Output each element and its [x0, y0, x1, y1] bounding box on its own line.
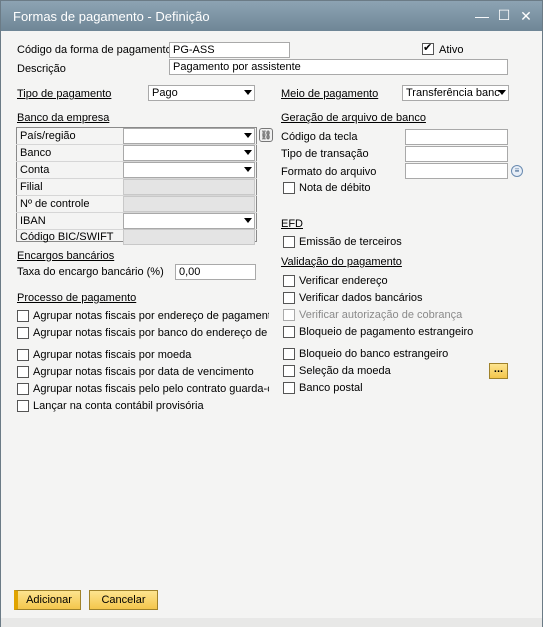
- payment-type-label: Tipo de pagamento: [17, 88, 112, 100]
- group-by-currency-label: Agrupar notas fiscais por moeda: [33, 349, 192, 361]
- minimize-icon[interactable]: —: [473, 7, 491, 25]
- bank-file-title: Geração de arquivo de banco: [281, 112, 426, 124]
- bic-swift-label: Código BIC/SWIFT: [20, 231, 114, 243]
- group-by-bank-address-label: Agrupar notas fiscais por banco do ender…: [33, 327, 269, 339]
- key-code-field[interactable]: [405, 129, 508, 145]
- add-button[interactable]: Adicionar: [14, 590, 81, 610]
- third-party-issuance-label: Emissão de terceiros: [299, 236, 402, 248]
- chevron-down-icon: [244, 218, 252, 223]
- company-bank-title: Banco da empresa: [17, 112, 110, 124]
- group-by-contract-checkbox[interactable]: [17, 383, 29, 395]
- active-checkbox[interactable]: [422, 41, 434, 55]
- maximize-icon[interactable]: ☐: [495, 6, 513, 24]
- branch-label: Filial: [20, 181, 43, 193]
- country-dropdown[interactable]: [123, 128, 255, 144]
- payment-methods-window: Formas de pagamento - Definição — ☐ ✕ Có…: [0, 0, 543, 627]
- bic-swift-field: [123, 229, 255, 245]
- iban-label: IBAN: [20, 215, 46, 227]
- provisional-account-option[interactable]: Lançar na conta contábil provisória: [17, 399, 269, 413]
- verify-collection-auth-label: Verificar autorização de cobrança: [299, 309, 463, 321]
- file-format-label: Formato do arquivo: [281, 166, 377, 178]
- group-by-bank-address-checkbox[interactable]: [17, 327, 29, 339]
- title-bar[interactable]: Formas de pagamento - Definição — ☐ ✕: [1, 1, 542, 31]
- group-by-payment-address-label: Agrupar notas fiscais por endereço de pa…: [33, 310, 269, 322]
- payment-process-title: Processo de pagamento: [17, 292, 137, 304]
- currency-selection-label: Seleção da moeda: [299, 365, 391, 377]
- bank-charges-title: Encargos bancários: [17, 250, 115, 262]
- description-field[interactable]: Pagamento por assistente: [169, 59, 508, 75]
- payment-means-value: Transferência banc: [406, 87, 500, 99]
- status-strip: [1, 618, 542, 627]
- code-field[interactable]: PG-ASS: [169, 42, 290, 58]
- cancel-button[interactable]: Cancelar: [89, 590, 158, 610]
- bank-charge-rate-field[interactable]: 0,00: [175, 264, 256, 280]
- control-number-label: Nº de controle: [20, 198, 90, 210]
- list-icon[interactable]: ≡: [511, 165, 523, 177]
- iban-dropdown[interactable]: [123, 213, 255, 229]
- group-by-payment-address-checkbox[interactable]: [17, 310, 29, 322]
- close-icon[interactable]: ✕: [517, 7, 535, 25]
- payment-type-dropdown[interactable]: Pago: [148, 85, 255, 101]
- chevron-down-icon: [244, 167, 252, 172]
- verify-bank-data-checkbox[interactable]: [283, 292, 295, 304]
- key-code-label: Código da tecla: [281, 131, 358, 143]
- postal-bank-label: Banco postal: [299, 382, 363, 394]
- third-party-issuance-checkbox[interactable]: [283, 236, 295, 248]
- group-by-currency-option[interactable]: Agrupar notas fiscais por moeda: [17, 348, 269, 362]
- chevron-down-icon: [244, 150, 252, 155]
- group-by-currency-checkbox[interactable]: [17, 349, 29, 361]
- foreign-bank-block-checkbox[interactable]: [283, 348, 295, 360]
- chevron-down-icon: [498, 90, 506, 95]
- payment-means-dropdown[interactable]: Transferência banc: [402, 85, 509, 101]
- bank-label: Banco: [20, 147, 52, 159]
- foreign-bank-block-label: Bloqueio do banco estrangeiro: [299, 348, 449, 360]
- group-by-due-date-label: Agrupar notas fiscais por data de vencim…: [33, 366, 254, 378]
- provisional-account-label: Lançar na conta contábil provisória: [33, 400, 204, 412]
- bank-charge-rate-label: Taxa do encargo bancário (%): [17, 266, 164, 278]
- file-format-field[interactable]: [405, 163, 508, 179]
- transaction-type-label: Tipo de transação: [281, 148, 369, 160]
- group-by-payment-address-option[interactable]: Agrupar notas fiscais por endereço de pa…: [17, 309, 269, 323]
- window-title: Formas de pagamento - Definição: [13, 9, 210, 24]
- control-number-field: [123, 196, 255, 212]
- active-label: Ativo: [439, 44, 464, 56]
- account-dropdown[interactable]: [123, 162, 255, 178]
- verify-address-label: Verificar endereço: [299, 275, 388, 287]
- bank-dropdown[interactable]: [123, 145, 255, 161]
- debit-note-label: Nota de débito: [299, 182, 371, 194]
- group-by-due-date-checkbox[interactable]: [17, 366, 29, 378]
- foreign-payment-block-label: Bloqueio de pagamento estrangeiro: [299, 326, 474, 338]
- country-label: País/região: [20, 130, 76, 142]
- group-by-contract-label: Agrupar notas fiscais pelo pelo contrato…: [33, 383, 269, 395]
- description-label: Descrição: [17, 63, 66, 75]
- payment-validation-title: Validação do pagamento: [281, 256, 402, 268]
- chevron-down-icon: [244, 133, 252, 138]
- transaction-type-field[interactable]: [405, 146, 508, 162]
- payment-means-label: Meio de pagamento: [281, 88, 379, 100]
- group-by-contract-option[interactable]: Agrupar notas fiscais pelo pelo contrato…: [17, 382, 269, 396]
- chevron-down-icon: [244, 90, 252, 95]
- link-icon[interactable]: ⛓: [259, 128, 273, 142]
- payment-type-value: Pago: [152, 87, 178, 99]
- efd-title: EFD: [281, 218, 303, 230]
- account-label: Conta: [20, 164, 50, 176]
- currency-selection-checkbox[interactable]: [283, 365, 295, 377]
- foreign-payment-block-checkbox[interactable]: [283, 326, 295, 338]
- code-label: Código da forma de pagamento: [17, 44, 172, 56]
- debit-note-checkbox[interactable]: [283, 182, 295, 194]
- verify-bank-data-label: Verificar dados bancários: [299, 292, 423, 304]
- branch-field: [123, 179, 255, 195]
- postal-bank-checkbox[interactable]: [283, 382, 295, 394]
- group-by-bank-address-option[interactable]: Agrupar notas fiscais por banco do ender…: [17, 326, 269, 340]
- group-by-due-date-option[interactable]: Agrupar notas fiscais por data de vencim…: [17, 365, 269, 379]
- verify-address-checkbox[interactable]: [283, 275, 295, 287]
- provisional-account-checkbox[interactable]: [17, 400, 29, 412]
- verify-collection-auth-checkbox: [283, 309, 295, 321]
- currency-selection-button[interactable]: ...: [489, 363, 508, 379]
